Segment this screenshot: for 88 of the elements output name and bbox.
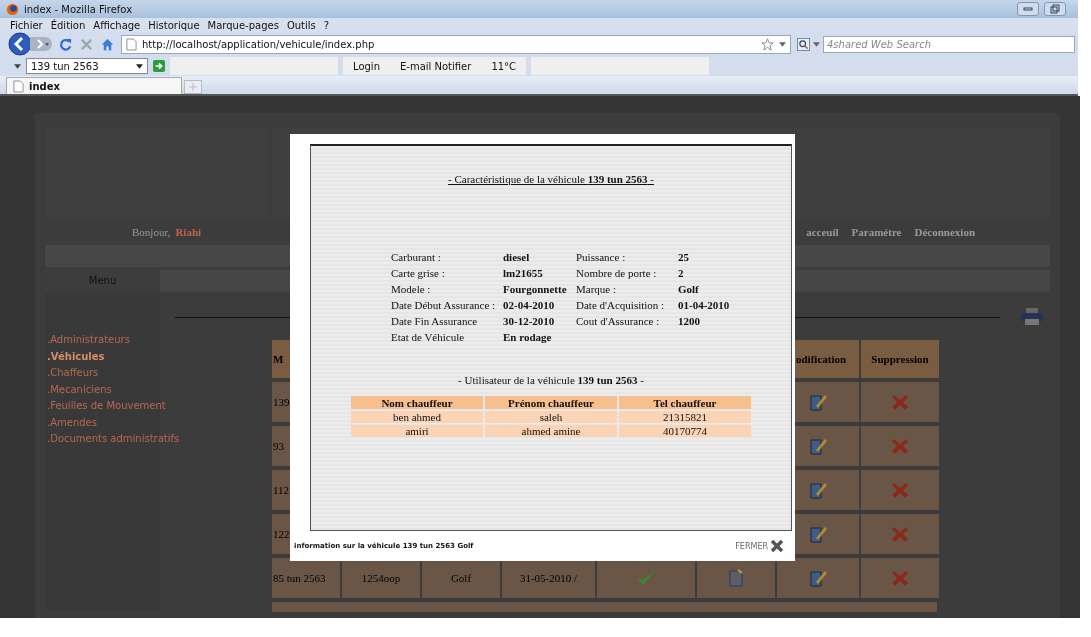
field-value: En rodage [503, 331, 553, 344]
printer-icon[interactable] [1020, 307, 1044, 327]
home-icon[interactable] [100, 36, 115, 52]
menu-item[interactable]: Édition [50, 19, 86, 31]
nav-link[interactable]: acceuil [806, 226, 839, 238]
edit-icon[interactable] [807, 392, 829, 412]
menu-item[interactable]: Outils [286, 19, 316, 31]
edit-icon[interactable] [807, 568, 829, 588]
field-value: diesel [503, 251, 531, 264]
close-icon [770, 539, 784, 553]
table-cell: 122 [273, 528, 290, 540]
field-label: Carburant : [391, 251, 442, 264]
menu-item[interactable]: Affichage [93, 19, 141, 31]
greeting-text: Bonjour, [132, 226, 171, 238]
section-title: - Utilisateur de la véhicule 139 tun 2563 - [457, 374, 645, 386]
user-name: Riahi [175, 226, 202, 238]
table-cell: Golf [450, 572, 472, 584]
field-value: lm21655 [503, 267, 544, 280]
caret-icon[interactable] [14, 63, 21, 69]
menu-item[interactable]: ? [323, 19, 330, 31]
field-label: Date Début Assurance : [391, 299, 497, 312]
table-cell: 85 tun 2563 [273, 572, 326, 584]
dialog-title: - Caractéristique de la véhicule 139 tun 2563 - [447, 173, 655, 185]
toolbar-item[interactable]: E-mail Notifier [400, 60, 472, 72]
address-field[interactable]: http://localhost/application/vehicule/index.php [121, 34, 791, 54]
back-button[interactable] [8, 32, 32, 56]
field-label: Marque : [576, 283, 617, 296]
close-button[interactable]: FERMER [735, 539, 784, 553]
star-icon[interactable] [761, 37, 774, 51]
go-arrow-icon[interactable] [153, 60, 165, 72]
table-cell: saleh [485, 411, 617, 423]
field-value: 01-04-2010 [677, 299, 731, 312]
toolbar-item[interactable]: Login [353, 60, 380, 72]
page-icon [126, 37, 137, 51]
caret-icon[interactable] [136, 63, 143, 69]
field-value: 30-12-2010 [503, 315, 556, 328]
restore-button[interactable] [1044, 2, 1066, 16]
field-label: Modele : [391, 283, 432, 296]
minimize-button[interactable] [1017, 2, 1039, 16]
search-field[interactable]: 4shared Web Search [823, 35, 1075, 53]
browser-tab[interactable]: index [6, 77, 182, 94]
restore-icon [1050, 4, 1060, 14]
window-title: index - Mozilla Firefox [24, 3, 133, 15]
sidebar-item[interactable]: .Véhicules [45, 350, 105, 363]
field-value: 25 [677, 251, 690, 264]
field-label: Date Fin Assurance [391, 315, 479, 328]
nav-link[interactable]: Paramétre [851, 226, 902, 238]
stop-icon[interactable] [79, 36, 94, 52]
edit-icon[interactable] [807, 480, 829, 500]
table-cell: 139 [273, 396, 290, 408]
field-label: Cout d'Assurance : [576, 315, 661, 328]
page-icon [13, 79, 24, 93]
field-label: Nombre de porte : [576, 267, 658, 280]
edit-icon[interactable] [807, 436, 829, 456]
browser-logo-icon [6, 2, 19, 16]
column-header: Tel chauffeur [619, 396, 751, 409]
toolbar-search-field[interactable]: 139 tun 2563 [26, 58, 148, 74]
field-value: 1200 [677, 315, 701, 328]
minimize-icon [1023, 6, 1033, 12]
field-value: Golf [677, 283, 700, 296]
search-icon[interactable] [797, 37, 810, 51]
field-label: Puissance : [576, 251, 627, 264]
field-label: Carte grise : [391, 267, 446, 280]
field-label: Date d'Acquisition : [576, 299, 666, 312]
menu-item[interactable]: Marque-pages [207, 19, 279, 31]
menu-item[interactable]: Historique [148, 19, 200, 31]
table-cell: ahmed amine [485, 425, 617, 437]
column-header: Prénom chauffeur [485, 396, 617, 409]
column-header: Suppression [861, 340, 939, 378]
field-value: 02-04-2010 [503, 299, 556, 312]
edit-icon[interactable] [807, 524, 829, 544]
table-cell: 1254oop [361, 572, 401, 584]
field-value: Fourgonnette [503, 283, 568, 296]
toolbar-item[interactable]: 11°C [491, 60, 517, 72]
table-cell: ben ahmed [351, 411, 483, 423]
plus-icon [189, 83, 197, 91]
table-cell: 40170774 [619, 425, 751, 437]
menu-item[interactable]: Fichier [10, 19, 43, 31]
table-cell: 112 [273, 484, 290, 496]
reload-icon[interactable] [58, 36, 73, 52]
field-value: 2 [677, 267, 685, 280]
table-cell: 21315821 [619, 411, 751, 423]
table-cell: 31-05-2010 / [519, 572, 578, 584]
column-header: Nom chauffeur [351, 396, 483, 409]
field-label: Etat de Véhicule [391, 331, 466, 344]
table-cell: amiri [351, 425, 483, 437]
nav-link[interactable]: Déconnexion [914, 226, 975, 238]
table-cell: 93 [273, 440, 284, 452]
